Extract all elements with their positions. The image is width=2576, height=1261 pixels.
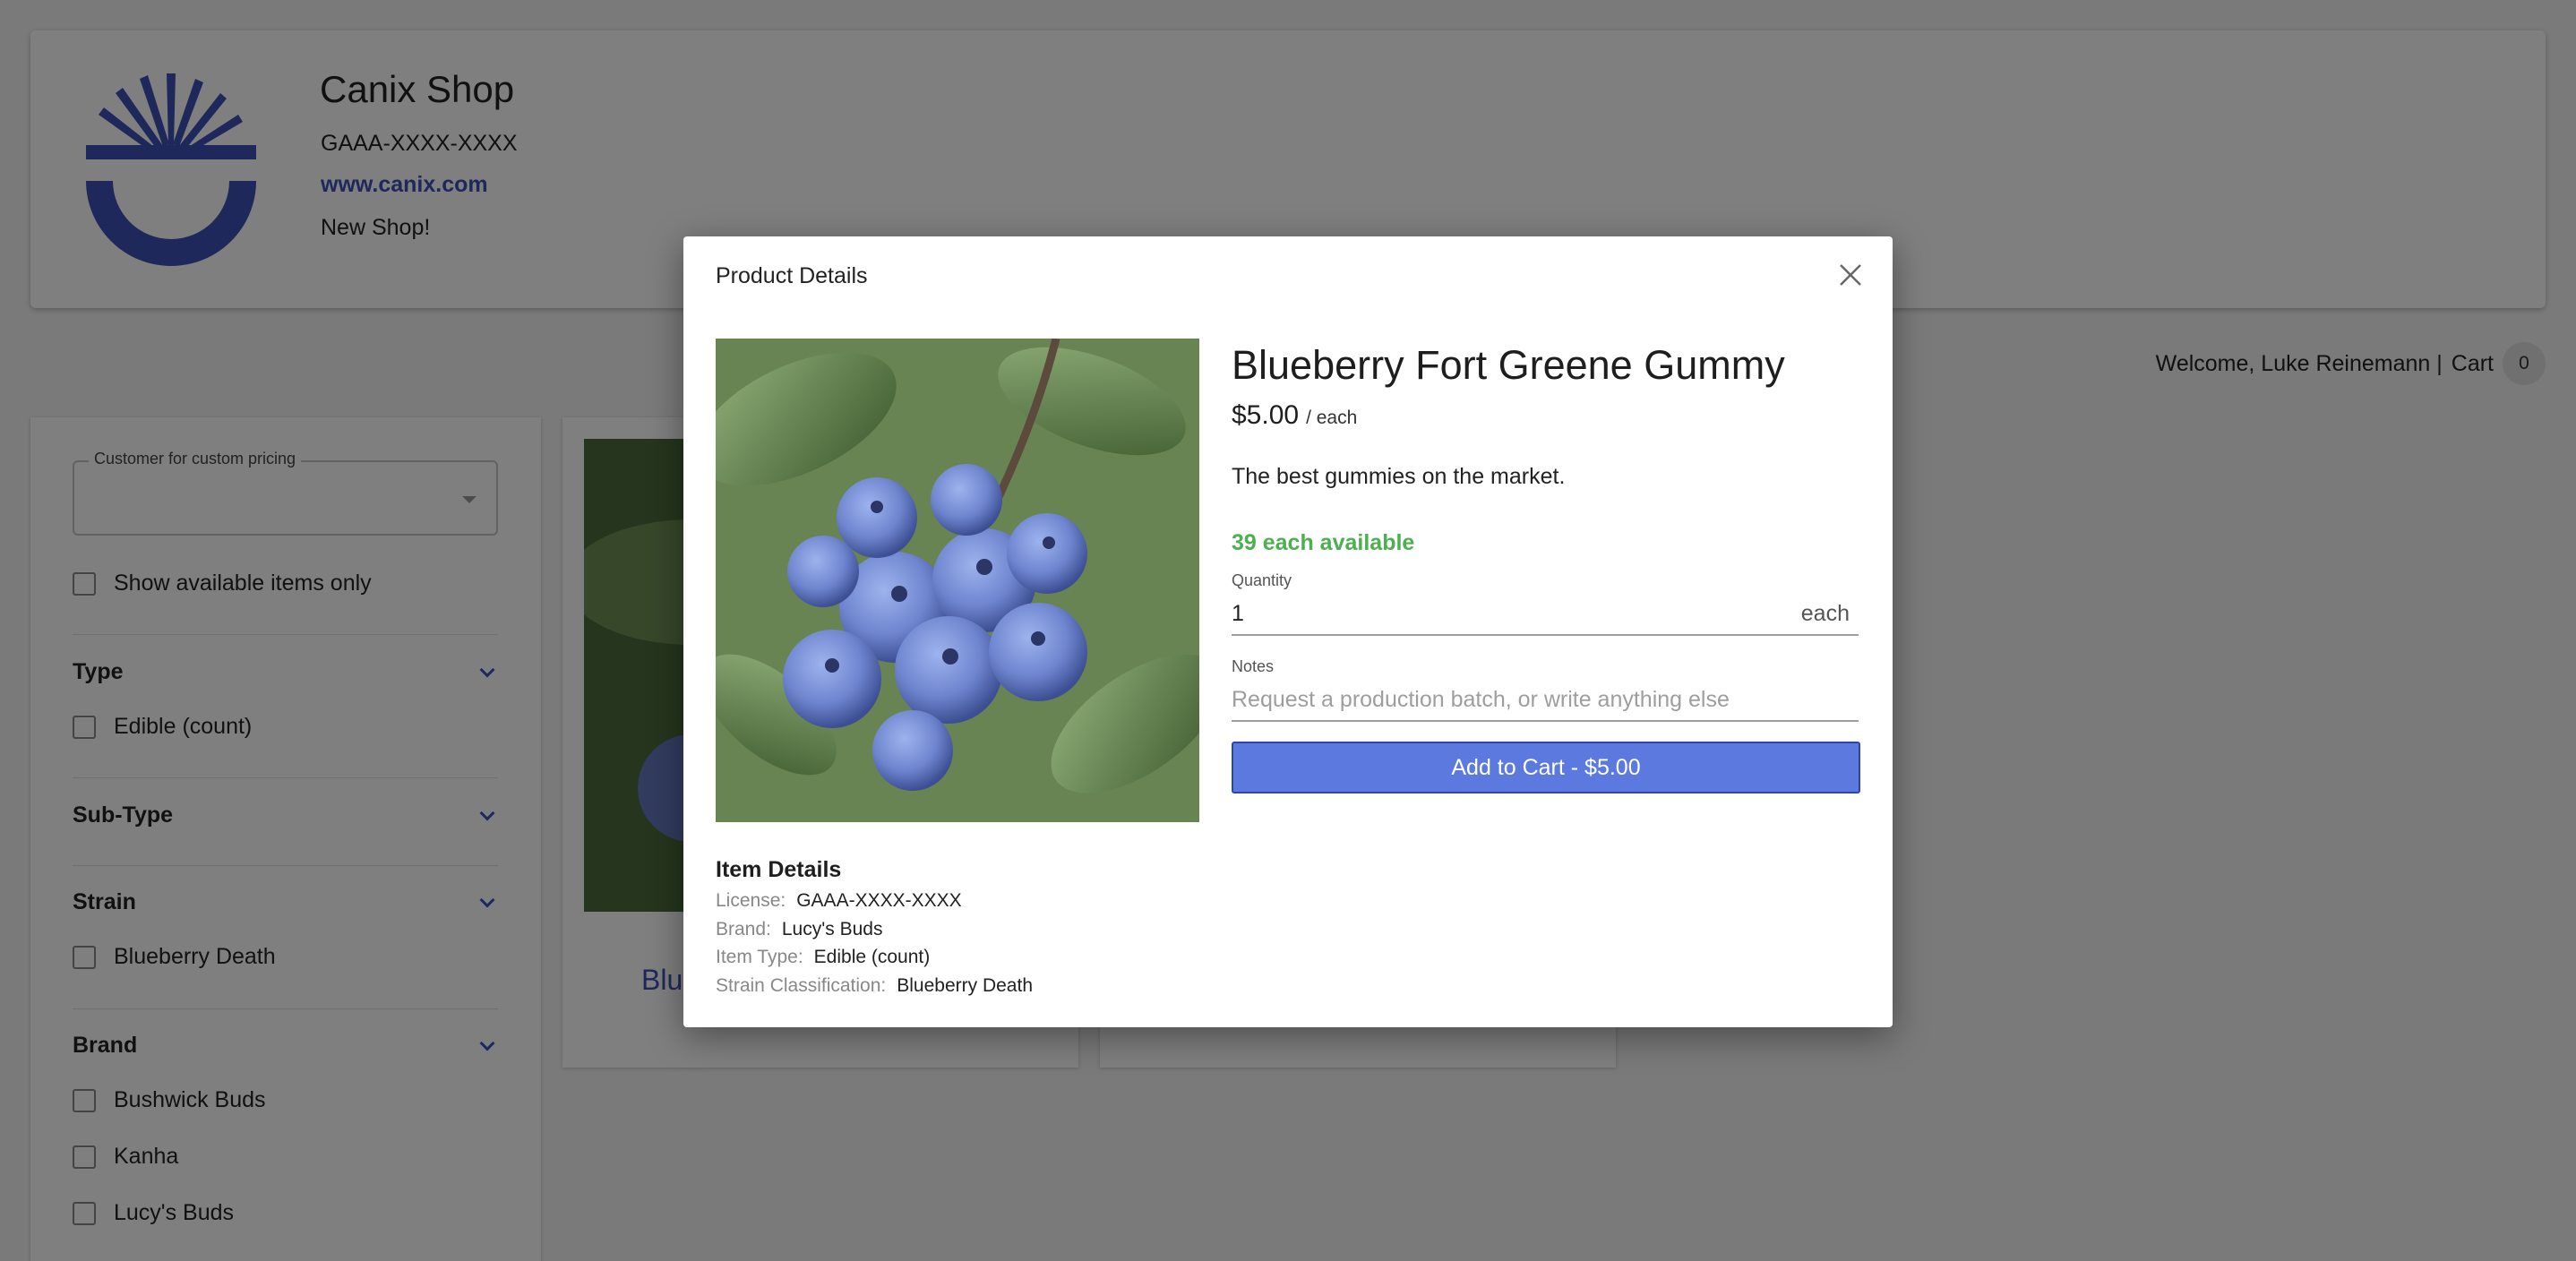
add-to-cart-button[interactable]: Add to Cart - $5.00 [1232,742,1860,793]
modal-title: Product Details [716,263,868,288]
detail-license: License: GAAA-XXXX-XXXX [716,890,962,912]
detail-value: Lucy's Buds [781,919,883,939]
detail-strain-classification: Strain Classification: Blueberry Death [716,975,1033,997]
price-value: $5.00 [1232,400,1300,430]
quantity-label: Quantity [1232,571,1292,589]
quantity-unit: each [1800,600,1850,626]
quantity-input[interactable] [1232,600,1801,627]
quantity-field[interactable]: each [1232,593,1859,636]
product-image [716,339,1199,822]
detail-item-type: Item Type: Edible (count) [716,947,930,968]
item-details-heading: Item Details [716,857,842,882]
close-icon[interactable] [1837,262,1864,288]
detail-key: License: [716,890,786,911]
product-price: $5.00 / each [1232,400,1357,431]
notes-input[interactable] [1232,686,1859,713]
availability-status: 39 each available [1232,530,1415,555]
detail-key: Strain Classification: [716,975,887,996]
notes-field[interactable] [1232,679,1859,722]
product-description: The best gummies on the market. [1232,464,1566,489]
detail-key: Brand: [716,919,771,939]
product-details-modal: Product Details Blueberry Fort Greene Gu… [683,236,1893,1027]
detail-brand: Brand: Lucy's Buds [716,919,882,940]
detail-value: Edible (count) [813,947,931,967]
price-unit: / each [1306,407,1358,428]
notes-label: Notes [1232,657,1275,675]
product-name: Blueberry Fort Greene Gummy [1232,342,1785,388]
detail-value: Blueberry Death [897,975,1033,996]
detail-key: Item Type: [716,947,803,967]
detail-value: GAAA-XXXX-XXXX [796,890,962,911]
